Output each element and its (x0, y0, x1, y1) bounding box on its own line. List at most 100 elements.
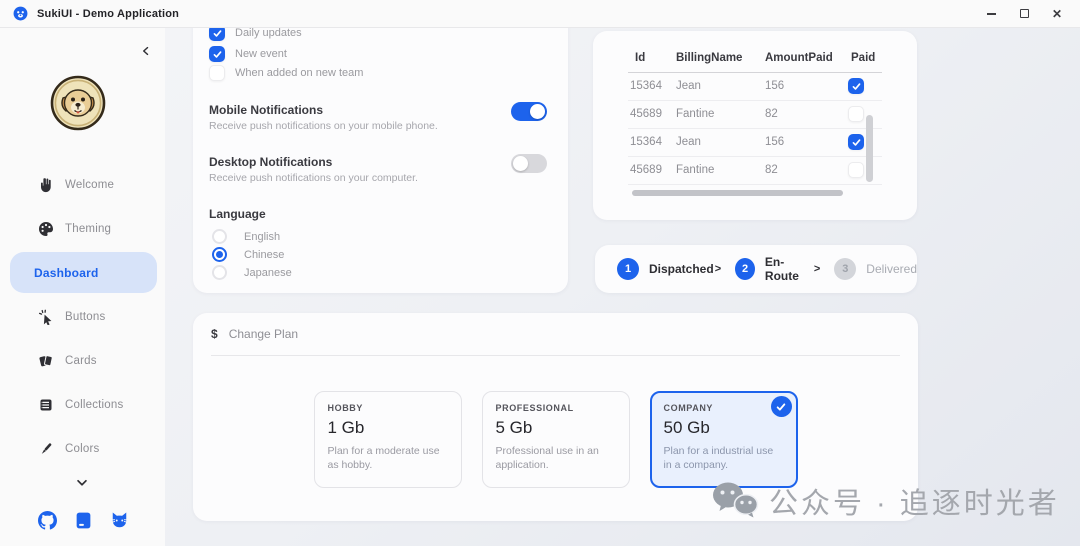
app-logo-icon (13, 6, 28, 21)
toggle-knob (513, 156, 528, 171)
checkbox (209, 46, 225, 62)
sidebar-collapse-button[interactable] (137, 42, 155, 60)
step-number: 3 (834, 258, 857, 280)
cell-id: 15364 (630, 136, 662, 148)
order-stepper-card: 1 Dispatched > 2 En-Route > 3 Delivered (595, 245, 917, 293)
sidebar-item-dashboard[interactable]: Dashboard (10, 252, 157, 293)
mobile-notifications-desc: Receive push notifications on your mobil… (209, 120, 438, 132)
community-link[interactable] (110, 511, 129, 530)
radio (212, 247, 227, 262)
desktop-notifications-toggle[interactable] (511, 154, 547, 173)
toggle-knob (530, 104, 545, 119)
cell-amount-paid: 82 (765, 108, 778, 120)
sidebar-footer (38, 511, 129, 530)
check-icon (776, 402, 786, 411)
hand-wave-icon (38, 177, 54, 193)
radio-chinese[interactable]: Chinese (212, 247, 284, 262)
sidebar-item-buttons[interactable]: Buttons (0, 295, 165, 339)
cell-id: 45689 (630, 164, 662, 176)
checkbox-added-new-team[interactable]: When added on new team (209, 65, 363, 81)
sidebar-item-label: Colors (65, 443, 100, 455)
step-dispatched[interactable]: 1 Dispatched > (617, 258, 735, 280)
checkbox-daily-updates[interactable]: Daily updates (209, 28, 302, 41)
sidebar-nav: Welcome Theming Dashboard Buttons Cards … (0, 163, 165, 471)
change-plan-title: Change Plan (228, 327, 299, 341)
column-header-id: Id (635, 52, 646, 64)
radio-japanese[interactable]: Japanese (212, 265, 292, 280)
notification-settings-card: Daily updates New event When added on ne… (193, 28, 568, 293)
sidebar-item-welcome[interactable]: Welcome (0, 163, 165, 207)
maximize-icon (1019, 9, 1029, 18)
sidebar-item-cards[interactable]: Cards (0, 339, 165, 383)
sidebar-item-collections[interactable]: Collections (0, 383, 165, 427)
checkbox-new-event[interactable]: New event (209, 46, 287, 62)
plan-size: 5 Gb (495, 418, 533, 437)
paid-checkbox[interactable] (848, 78, 864, 94)
cell-billing-name: Fantine (676, 164, 715, 176)
sidebar: Welcome Theming Dashboard Buttons Cards … (0, 28, 165, 546)
sidebar-item-label: Cards (65, 355, 97, 367)
change-plan-header: $ Change Plan (211, 327, 298, 341)
avatar (50, 75, 106, 131)
step-arrow-icon: > (813, 263, 821, 275)
step-delivered[interactable]: 3 Delivered (834, 258, 917, 280)
paid-checkbox[interactable] (848, 134, 864, 150)
radio (212, 265, 227, 280)
cell-amount-paid: 82 (765, 164, 778, 176)
close-button[interactable]: ✕ (1050, 7, 1064, 21)
checkbox (209, 28, 225, 41)
vertical-scrollbar[interactable] (866, 115, 873, 182)
github-link[interactable] (38, 511, 57, 530)
cell-billing-name: Fantine (676, 108, 715, 120)
invoices-table-card: Id BillingName AmountPaid Paid 15364 Jea… (593, 31, 917, 220)
plan-header-divider (211, 355, 900, 356)
step-number: 1 (617, 258, 639, 280)
step-label: Dispatched (649, 262, 714, 276)
sidebar-item-colors[interactable]: Colors (0, 427, 165, 471)
plan-option-hobby[interactable]: HOBBY 1 Gb Plan for a moderate use as ho… (313, 391, 462, 488)
cell-amount-paid: 156 (765, 80, 785, 92)
step-arrow-icon: > (714, 263, 722, 275)
plan-desc: Plan for a industrial use in a company. (663, 445, 774, 472)
column-header-billingname: BillingName (676, 52, 743, 64)
check-icon (213, 29, 221, 37)
plan-desc: Plan for a moderate use as hobby. (327, 445, 440, 472)
plan-option-company[interactable]: COMPANY 50 Gb Plan for a industrial use … (649, 391, 798, 488)
step-en-route[interactable]: 2 En-Route > (735, 255, 834, 283)
radio-english[interactable]: English (212, 229, 280, 244)
docs-link[interactable] (74, 511, 93, 530)
paid-checkbox[interactable] (848, 106, 864, 122)
sidebar-more-button[interactable] (70, 474, 94, 492)
plan-desc: Professional use in an application. (495, 445, 599, 472)
checkbox (209, 65, 225, 81)
cell-billing-name: Jean (676, 136, 701, 148)
desktop-notifications-title: Desktop Notifications (209, 155, 333, 169)
plan-tier: COMPANY (663, 403, 714, 413)
cat-icon (111, 512, 128, 528)
paid-checkbox[interactable] (848, 162, 864, 178)
dollar-icon: $ (211, 327, 218, 341)
minimize-button[interactable] (984, 7, 998, 21)
row-separator (628, 184, 882, 185)
brush-icon (38, 441, 54, 457)
maximize-button[interactable] (1017, 7, 1031, 21)
mobile-notifications-toggle[interactable] (511, 102, 547, 121)
column-header-amountpaid: AmountPaid (765, 52, 833, 64)
sidebar-item-label: Buttons (65, 311, 106, 323)
step-label: En-Route (764, 255, 799, 283)
close-icon: ✕ (1051, 6, 1063, 21)
list-icon (38, 397, 54, 413)
window-title: SukiUI - Demo Application (37, 7, 180, 20)
sidebar-item-theming[interactable]: Theming (0, 207, 165, 251)
radio-label: Chinese (244, 248, 285, 261)
plan-size: 50 Gb (663, 418, 710, 437)
horizontal-scrollbar[interactable] (632, 190, 843, 196)
plan-option-professional[interactable]: PROFESSIONAL 5 Gb Professional use in an… (481, 391, 630, 488)
check-icon (213, 50, 221, 58)
cell-id: 45689 (630, 108, 662, 120)
check-icon (852, 82, 860, 90)
github-icon (38, 511, 57, 530)
radio-label: English (244, 230, 281, 243)
plan-tier: PROFESSIONAL (495, 403, 574, 413)
radio (212, 229, 227, 244)
